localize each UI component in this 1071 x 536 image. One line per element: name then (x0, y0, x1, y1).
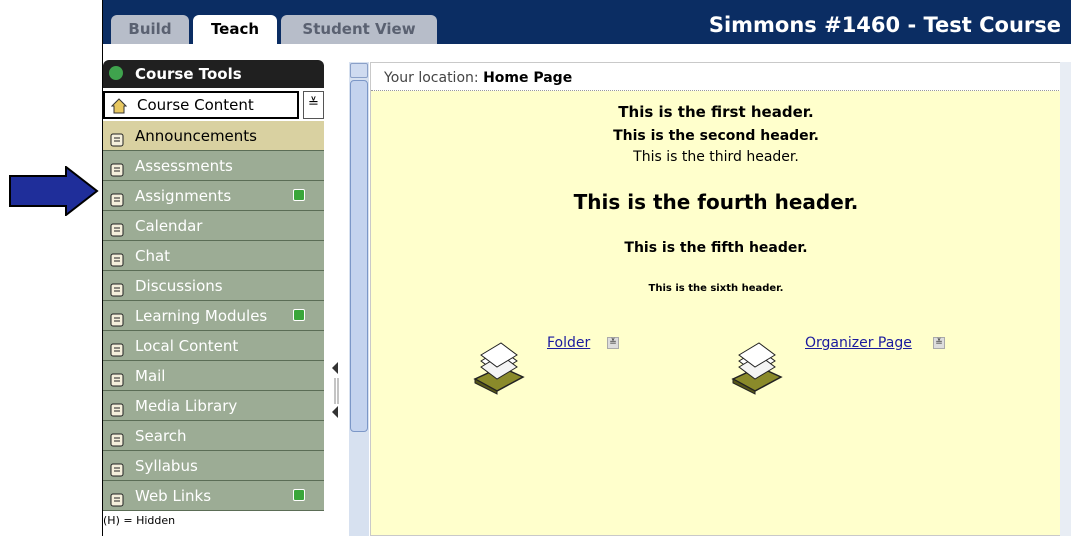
content-scrollbar[interactable] (1060, 62, 1071, 536)
tool-item-label: Chat (135, 247, 171, 265)
new-item-badge (293, 309, 305, 321)
chevron-down-icon[interactable]: ≚ (303, 91, 324, 119)
folder-stack-icon (731, 342, 783, 395)
panel-scrollbar[interactable] (349, 62, 369, 536)
course-title: Simmons #1460 - Test Course (708, 13, 1061, 37)
calendar-icon (109, 218, 125, 237)
tool-item-local-content[interactable]: Local Content (103, 331, 324, 361)
tool-item-label: Web Links (135, 487, 212, 505)
content-item-folder: Folder ≚ (471, 335, 671, 395)
header-3: This is the third header. (633, 149, 799, 165)
folder-link[interactable]: Folder (547, 335, 590, 351)
new-item-badge (293, 489, 305, 501)
course-tools-panel: Course Tools Course Content ≚ Announceme… (103, 60, 324, 536)
pushpin-icon (109, 278, 125, 297)
tool-item-label: Announcements (135, 127, 257, 145)
header-1: This is the first header. (618, 103, 814, 121)
tool-item-announcements[interactable]: Announcements (103, 121, 324, 151)
location-value[interactable]: Home Page (483, 70, 572, 86)
header-6: This is the sixth header. (648, 283, 784, 294)
modules-icon (109, 308, 125, 327)
tool-item-label: Assessments (135, 157, 233, 175)
course-content-row: Course Content ≚ (103, 91, 324, 121)
tool-item-chat[interactable]: Chat (103, 241, 324, 271)
tool-item-media-library[interactable]: Media Library (103, 391, 324, 421)
tool-item-learning-modules[interactable]: Learning Modules (103, 301, 324, 331)
tool-item-label: Learning Modules (135, 307, 268, 325)
tab-teach[interactable]: Teach (193, 15, 277, 44)
tool-item-search[interactable]: Search (103, 421, 324, 451)
scroll-up-button[interactable] (350, 63, 368, 78)
home-icon (111, 98, 127, 114)
location-label: Your location: (384, 70, 479, 86)
tool-list: Announcements Assessments Assignments Calen… (103, 121, 324, 511)
content-area: Your location: Home Page This is the fir… (370, 62, 1062, 536)
megaphone-icon (109, 128, 125, 147)
tab-build[interactable]: Build (111, 15, 189, 44)
hidden-legend: (H) = Hidden (103, 514, 176, 527)
chat-bubble-icon (109, 248, 125, 267)
media-icon (109, 398, 125, 417)
breadcrumb: Your location: Home Page (371, 63, 1061, 91)
tab-student-view[interactable]: Student View (281, 15, 437, 44)
folder-stack-icon (473, 342, 525, 395)
course-tools-header[interactable]: Course Tools (103, 60, 324, 88)
lms-window: Build Teach Student View Simmons #1460 -… (102, 0, 1071, 536)
course-content-link[interactable]: Course Content (103, 91, 299, 119)
tool-item-label: Local Content (135, 337, 239, 355)
tool-item-label: Search (135, 427, 187, 445)
tool-item-assignments[interactable]: Assignments (103, 181, 324, 211)
assessment-icon (109, 158, 125, 177)
envelope-icon (109, 368, 125, 387)
syllabus-icon (109, 458, 125, 477)
options-icon[interactable]: ≚ (933, 337, 945, 349)
collapse-circle-icon[interactable] (109, 66, 123, 80)
collapse-panel-handle[interactable] (329, 360, 341, 422)
tool-item-syllabus[interactable]: Syllabus (103, 451, 324, 481)
course-tools-title: Course Tools (135, 65, 242, 83)
new-item-badge (293, 189, 305, 201)
tool-item-discussions[interactable]: Discussions (103, 271, 324, 301)
pointer-arrow-icon (9, 166, 99, 216)
scroll-thumb[interactable] (350, 80, 368, 432)
pencil-icon (109, 188, 125, 207)
tool-item-label: Syllabus (135, 457, 198, 475)
tool-item-calendar[interactable]: Calendar (103, 211, 324, 241)
tool-item-label: Mail (135, 367, 166, 385)
globe-icon (109, 488, 125, 507)
header-2: This is the second header. (613, 128, 819, 144)
tool-item-label: Media Library (135, 397, 238, 415)
header-5: This is the fifth header. (624, 240, 808, 256)
disc-icon (109, 338, 125, 357)
magnifier-icon (109, 428, 125, 447)
tool-item-label: Discussions (135, 277, 223, 295)
content-item-organizer-page: Organizer Page ≚ (729, 335, 989, 395)
header-4: This is the fourth header. (573, 190, 859, 214)
options-icon[interactable]: ≚ (607, 337, 619, 349)
tool-item-label: Calendar (135, 217, 203, 235)
tool-item-web-links[interactable]: Web Links (103, 481, 324, 511)
tool-item-assessments[interactable]: Assessments (103, 151, 324, 181)
course-content-label: Course Content (137, 96, 254, 114)
organizer-page-link[interactable]: Organizer Page (805, 335, 912, 351)
tool-item-label: Assignments (135, 187, 232, 205)
tool-item-mail[interactable]: Mail (103, 361, 324, 391)
top-bar: Build Teach Student View Simmons #1460 -… (103, 0, 1071, 44)
